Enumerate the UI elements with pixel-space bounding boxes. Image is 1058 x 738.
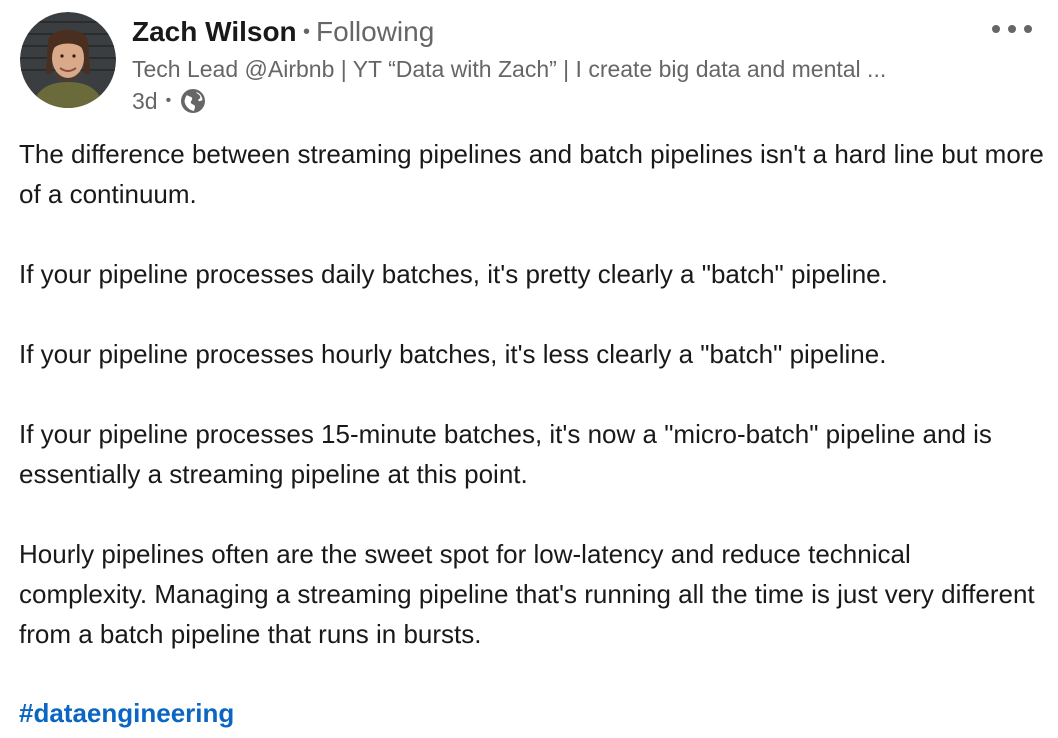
more-horizontal-icon — [992, 25, 1032, 33]
post-paragraph: Hourly pipelines often are the sweet spo… — [19, 539, 1035, 649]
post-paragraph: If your pipeline processes 15-minute bat… — [19, 419, 992, 489]
author-name[interactable]: Zach Wilson — [132, 14, 297, 50]
post-time: 3d — [132, 88, 158, 114]
follow-status: • Following — [303, 14, 434, 53]
linkedin-post: Zach Wilson • Following Tech Lead @Airbnb… — [0, 0, 1058, 738]
separator-dot: • — [303, 21, 311, 43]
post-meta: 3d • — [132, 86, 207, 116]
post-paragraph: If your pipeline processes hourly batche… — [19, 339, 887, 369]
post-paragraph: The difference between streaming pipelin… — [19, 139, 1044, 209]
author-headline: Tech Lead @Airbnb | YT “Data with Zach” … — [132, 56, 887, 82]
more-options-button[interactable] — [986, 14, 1038, 44]
avatar-photo — [20, 12, 116, 108]
separator-dot: • — [165, 92, 172, 109]
hashtag-link[interactable]: #dataengineering — [19, 693, 234, 733]
post-paragraph: If your pipeline processes daily batches… — [19, 259, 888, 289]
author-avatar[interactable] — [20, 12, 116, 108]
post-body: The difference between streaming pipelin… — [19, 134, 1044, 694]
follow-status-label: Following — [316, 16, 435, 47]
globe-icon — [179, 87, 207, 115]
